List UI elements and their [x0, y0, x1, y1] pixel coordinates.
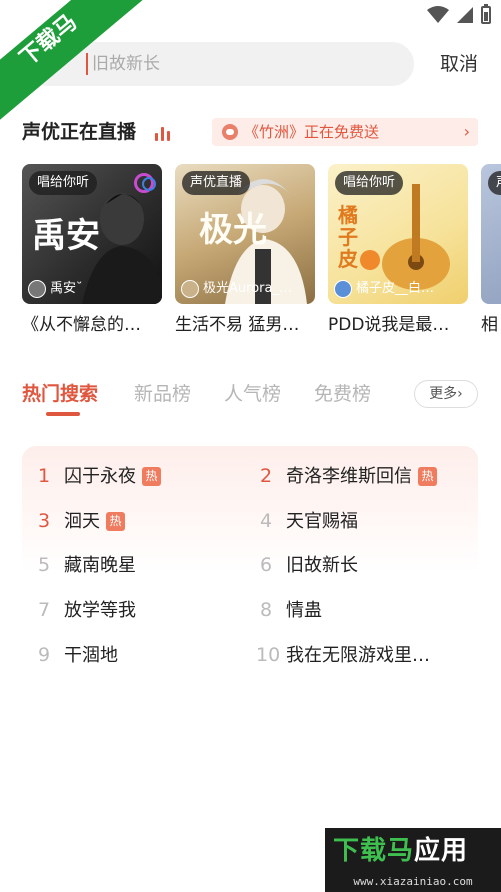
signal-icon: [457, 7, 473, 23]
card-caption: 生活不易 猛男…: [175, 315, 300, 335]
item-label: 旧故新长: [286, 555, 358, 576]
card-caption: 《从不懈怠的…: [22, 315, 141, 335]
item-label: 我在无限游戏里…: [286, 645, 430, 666]
list-item[interactable]: 5 藏南晚星: [38, 550, 136, 580]
live-card[interactable]: 橘子皮 唱给你听 橘子皮__白… PDD说我是最…: [328, 164, 468, 336]
battery-icon: [481, 4, 491, 24]
card-tag: 唱给你听: [335, 171, 404, 195]
rank-number: 3: [38, 510, 51, 532]
host-label: 禹安˘: [50, 281, 83, 296]
ranking-tabs: 热门搜索 新品榜 人气榜 免费榜 更多›: [22, 380, 482, 420]
list-item[interactable]: 6 旧故新长: [260, 550, 358, 580]
rank-number: 2: [260, 465, 273, 487]
list-item[interactable]: 10 我在无限游戏里…: [256, 640, 430, 670]
more-button[interactable]: 更多›: [414, 380, 478, 408]
avatar: [28, 280, 46, 298]
list-item[interactable]: 3 洄天热: [38, 506, 125, 536]
avatar: [181, 280, 199, 298]
watermark-title: 下载马应用: [333, 834, 468, 868]
rank-number: 8: [260, 599, 273, 621]
list-item[interactable]: 4 天官赐福: [260, 506, 358, 536]
card-caption: PDD说我是最…: [328, 315, 450, 335]
search-bar: 旧故新长 取消: [0, 42, 501, 86]
card-caption: 相: [481, 315, 498, 335]
link-icon: [134, 173, 156, 193]
watermark-logo: 下载马应用 www.xiazainiao.com: [325, 828, 501, 892]
watermark-url: www.xiazainiao.com: [353, 875, 473, 888]
item-label: 洄天: [64, 511, 100, 532]
host-label: 极光Aurora_…: [203, 281, 292, 296]
card-tag: 声优直播: [182, 171, 251, 195]
rank-number: 10: [256, 644, 281, 666]
chevron-right-icon: ›: [463, 122, 470, 141]
live-bars-icon: [155, 127, 173, 141]
card-cover: 橘子皮 唱给你听 橘子皮__白…: [328, 164, 468, 304]
promo-banner[interactable]: 《竹洲》正在免费送 ›: [212, 118, 478, 146]
live-card[interactable]: 禹安 唱给你听 禹安˘ 《从不懈怠的…: [22, 164, 162, 336]
tab-popular[interactable]: 人气榜: [224, 380, 281, 408]
search-icon: [39, 56, 55, 72]
status-bar: [0, 0, 501, 34]
tab-hot-search[interactable]: 热门搜索: [22, 380, 98, 408]
host-label: 橘子皮__白…: [356, 281, 435, 296]
host-name: 禹安˘: [28, 280, 156, 298]
list-item[interactable]: 7 放学等我: [38, 595, 136, 625]
avatar: [334, 280, 352, 298]
item-label: 干涸地: [64, 645, 118, 666]
paw-icon: [222, 124, 238, 140]
active-tab-indicator: [46, 412, 80, 416]
card-tag: 声: [488, 171, 501, 195]
rank-number: 4: [260, 510, 273, 532]
item-label: 情蛊: [286, 600, 322, 621]
live-card[interactable]: 声 相: [481, 164, 501, 336]
item-label: 囚于永夜: [64, 466, 136, 487]
text-cursor: [86, 53, 88, 75]
live-card[interactable]: 极光 声优直播 极光Aurora_… 生活不易 猛男…: [175, 164, 315, 336]
hot-badge: 热: [106, 512, 125, 531]
tab-new[interactable]: 新品榜: [134, 380, 191, 408]
item-label: 藏南晚星: [64, 555, 136, 576]
cancel-button[interactable]: 取消: [440, 52, 478, 76]
item-label: 奇洛李维斯回信: [286, 466, 412, 487]
live-card-list: 禹安 唱给你听 禹安˘ 《从不懈怠的… 极光 声优直播 极光Aurora_… 生…: [22, 164, 501, 344]
item-label: 放学等我: [64, 600, 136, 621]
watermark-brand-white: 应用: [414, 836, 469, 866]
wifi-icon: [427, 6, 449, 23]
list-item[interactable]: 1 囚于永夜热: [38, 461, 161, 491]
hot-search-list: 1 囚于永夜热 2 奇洛李维斯回信热 3 洄天热 4 天官赐福 5 藏南晚星 6 旧故新长 …: [22, 446, 478, 676]
rank-number: 7: [38, 599, 51, 621]
section-title: 声优正在直播: [22, 121, 137, 143]
cover-title: 禹安: [32, 216, 100, 256]
search-placeholder: 旧故新长: [92, 54, 160, 74]
host-name: 极光Aurora_…: [181, 280, 309, 298]
hot-badge: 热: [418, 467, 437, 486]
card-cover: 声: [481, 164, 501, 304]
status-icons: [427, 4, 491, 24]
tab-free[interactable]: 免费榜: [314, 380, 371, 408]
cover-title: 极光: [199, 210, 267, 250]
list-item[interactable]: 2 奇洛李维斯回信热: [260, 461, 437, 491]
live-section-header: 声优正在直播 《竹洲》正在免费送 ›: [22, 118, 482, 148]
card-cover: 极光 声优直播 极光Aurora_…: [175, 164, 315, 304]
card-tag: 唱给你听: [29, 171, 98, 195]
rank-number: 5: [38, 554, 51, 576]
list-item[interactable]: 9 干涸地: [38, 640, 118, 670]
hot-badge: 热: [142, 467, 161, 486]
item-label: 天官赐福: [286, 511, 358, 532]
search-input[interactable]: 旧故新长: [24, 42, 414, 86]
rank-number: 9: [38, 644, 51, 666]
list-item[interactable]: 8 情蛊: [260, 595, 322, 625]
cover-title: 橘子皮: [338, 203, 358, 271]
host-name: 橘子皮__白…: [334, 280, 462, 298]
rank-number: 6: [260, 554, 273, 576]
card-cover: 禹安 唱给你听 禹安˘: [22, 164, 162, 304]
rank-number: 1: [38, 465, 51, 487]
promo-text: 《竹洲》正在免费送: [244, 123, 380, 141]
watermark-brand-green: 下载马: [333, 836, 415, 866]
